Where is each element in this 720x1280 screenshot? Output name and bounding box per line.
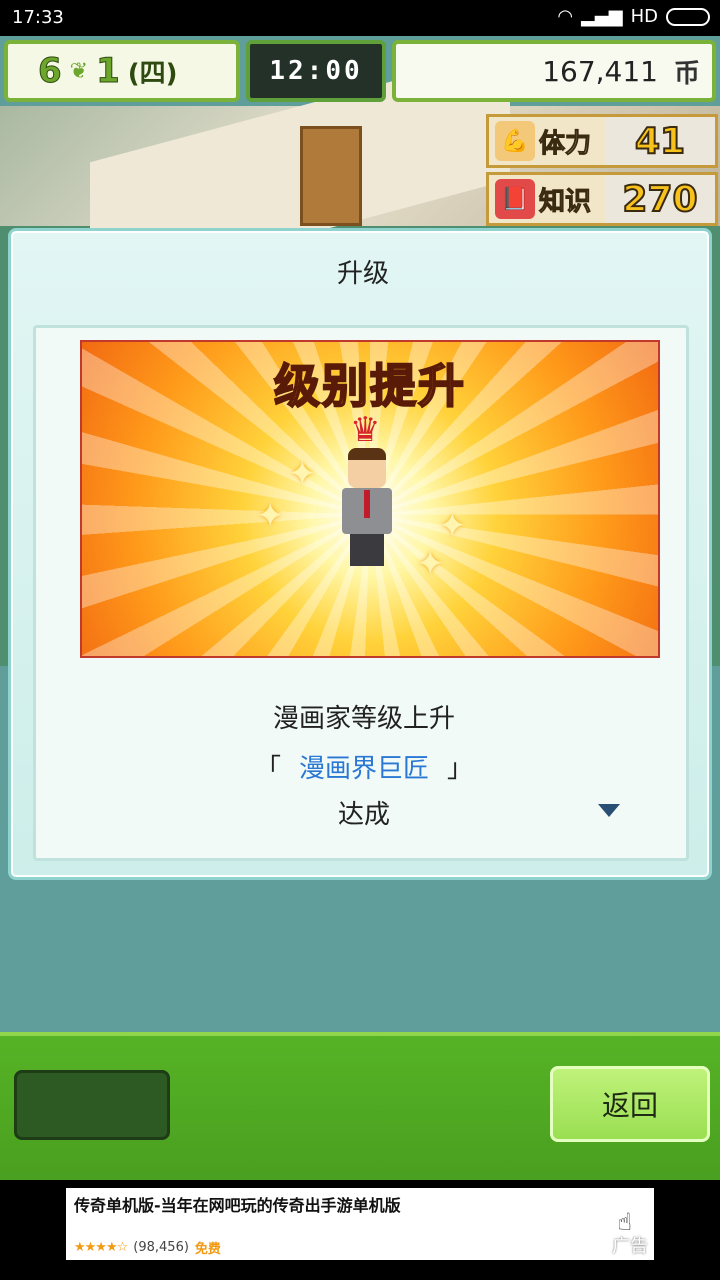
sparkle-icon: ✦: [438, 506, 467, 546]
ad-banner[interactable]: 传奇单机版-当年在网吧玩的传奇出手游单机版 ★★★★☆ (98,456) 免费 …: [66, 1188, 654, 1260]
bottom-bar: 返回: [0, 1032, 720, 1180]
muscle-icon: 💪: [495, 121, 535, 161]
status-icons: ◠ ▂▄▆ HD: [557, 6, 710, 27]
money-value: 167,411: [542, 54, 658, 88]
crown-icon: ♛: [350, 410, 381, 450]
ad-bar: 传奇单机版-当年在网吧玩的传奇出手游单机版 ★★★★☆ (98,456) 免费 …: [0, 1180, 720, 1280]
message-line-2: 「漫画界巨匠」: [36, 748, 692, 785]
month-value: 6: [38, 51, 63, 92]
character-tie: [364, 490, 370, 518]
message-line-1: 漫画家等级上升: [272, 704, 455, 734]
sparkle-icon: ✦: [288, 454, 317, 494]
ad-title[interactable]: 传奇单机版-当年在网吧玩的传奇出手游单机版: [74, 1192, 401, 1216]
level-up-banner: 级别提升 ♛ ✦ ✦ ✦ ✦: [80, 340, 660, 658]
character-sprite: [338, 448, 396, 566]
sparkle-icon: ✦: [256, 496, 285, 536]
game-screen: 6 ❦ 1 (四) 12:00 167,411 币 💪 体力 41 📕 知识 2…: [0, 36, 720, 1180]
back-button[interactable]: 返回: [550, 1066, 710, 1142]
ad-rating-count: (98,456): [133, 1240, 189, 1255]
weekday-value: (四): [127, 58, 178, 89]
network-label: HD: [630, 6, 658, 27]
ad-price: 免费: [194, 1242, 221, 1257]
date-panel: 6 ❦ 1 (四): [4, 40, 240, 102]
leaf-icon: ❦: [69, 58, 89, 84]
knowledge-value: 270: [605, 175, 715, 223]
message-line-3: 达成: [337, 800, 390, 830]
character-head: [348, 448, 386, 488]
knowledge-stat: 📕 知识 270: [486, 172, 718, 226]
bracket-open: 「: [254, 754, 281, 784]
stamina-label-box: 💪 体力: [489, 117, 605, 165]
next-arrow-icon[interactable]: [598, 804, 620, 817]
week-value: 1: [96, 51, 121, 92]
signal-icon: ▂▄▆: [581, 6, 623, 27]
status-bar: 17:33 ◠ ▂▄▆ HD: [0, 0, 720, 36]
ad-stars: ★★★★☆: [74, 1240, 128, 1255]
stamina-value: 41: [605, 117, 715, 165]
wifi-icon: ◠: [557, 6, 574, 27]
ad-label: 广告: [612, 1236, 648, 1257]
dialog-title: 升级: [336, 259, 389, 289]
sparkle-icon: ✦: [416, 544, 445, 584]
book-icon: 📕: [495, 179, 535, 219]
level-up-dialog[interactable]: 升级 级别提升 ♛ ✦ ✦ ✦ ✦ 漫画家等级上升 「漫画界巨匠」 达成: [8, 228, 712, 880]
clock-display: 12:00: [246, 40, 386, 102]
money-unit: 币: [673, 58, 700, 89]
character-legs: [350, 534, 384, 566]
rank-name: 漫画界巨匠: [298, 754, 429, 784]
blank-button[interactable]: [14, 1070, 170, 1140]
stamina-label: 体力: [538, 128, 592, 159]
dialog-content[interactable]: 级别提升 ♛ ✦ ✦ ✦ ✦ 漫画家等级上升 「漫画界巨匠」 达成: [33, 325, 689, 861]
money-panel: 167,411 币: [392, 40, 716, 102]
knowledge-label-box: 📕 知识: [489, 175, 605, 223]
battery-icon: [666, 7, 710, 26]
banner-title: 级别提升: [273, 358, 466, 414]
status-time: 17:33: [12, 7, 64, 28]
stamina-stat: 💪 体力 41: [486, 114, 718, 168]
room-door: [300, 126, 362, 226]
knowledge-label: 知识: [538, 186, 592, 217]
ad-meta: ★★★★☆ (98,456) 免费: [74, 1238, 221, 1257]
bracket-close: 」: [447, 754, 474, 784]
